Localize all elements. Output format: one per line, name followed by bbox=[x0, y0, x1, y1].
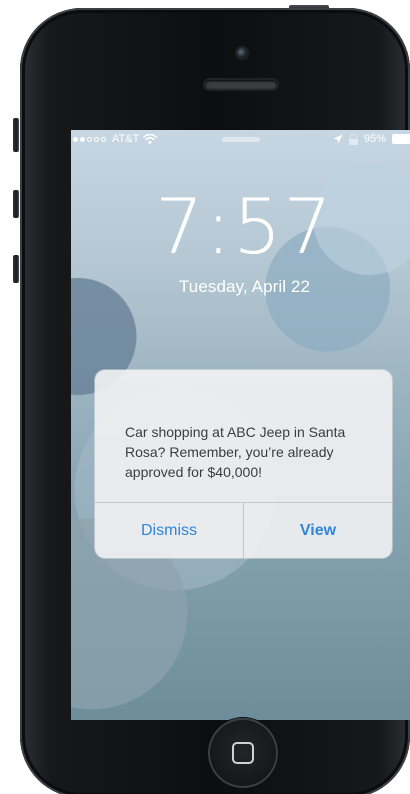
status-bar-left: AT&T bbox=[73, 130, 158, 148]
status-bar: AT&T 95% bbox=[71, 130, 410, 148]
notification-message: Car shopping at ABC Jeep in Santa Rosa? … bbox=[125, 424, 346, 480]
lock-screen: AT&T 95% 7:57 Tuesday, April 22 Car shop… bbox=[71, 130, 410, 720]
view-button[interactable]: View bbox=[244, 503, 392, 558]
volume-up-button bbox=[13, 190, 19, 218]
notification-header bbox=[95, 370, 392, 403]
home-button[interactable] bbox=[208, 718, 278, 788]
wifi-icon bbox=[143, 133, 158, 145]
front-camera bbox=[237, 48, 247, 58]
battery-icon bbox=[392, 134, 410, 144]
mute-switch bbox=[13, 118, 19, 152]
device-mockup-stage: AT&T 95% 7:57 Tuesday, April 22 Car shop… bbox=[0, 0, 410, 794]
status-bar-right: 95% bbox=[333, 130, 410, 148]
signal-strength-icon bbox=[73, 136, 106, 142]
location-arrow-icon bbox=[333, 134, 343, 144]
lock-date: Tuesday, April 22 bbox=[178, 277, 311, 296]
volume-down-button bbox=[13, 255, 19, 283]
dismiss-button[interactable]: Dismiss bbox=[95, 503, 243, 558]
lock-icon bbox=[348, 133, 358, 145]
carrier-name: AT&T bbox=[112, 133, 140, 145]
notification-actions: Dismiss View bbox=[95, 503, 392, 558]
lock-time: 7:57 bbox=[155, 182, 334, 271]
notification-alert: Car shopping at ABC Jeep in Santa Rosa? … bbox=[95, 370, 392, 558]
earpiece-speaker bbox=[205, 80, 277, 89]
battery-percent: 95% bbox=[363, 133, 386, 145]
status-center-indicator bbox=[222, 137, 260, 142]
phone-body: AT&T 95% 7:57 Tuesday, April 22 Car shop… bbox=[20, 8, 410, 794]
home-button-icon bbox=[232, 742, 254, 764]
